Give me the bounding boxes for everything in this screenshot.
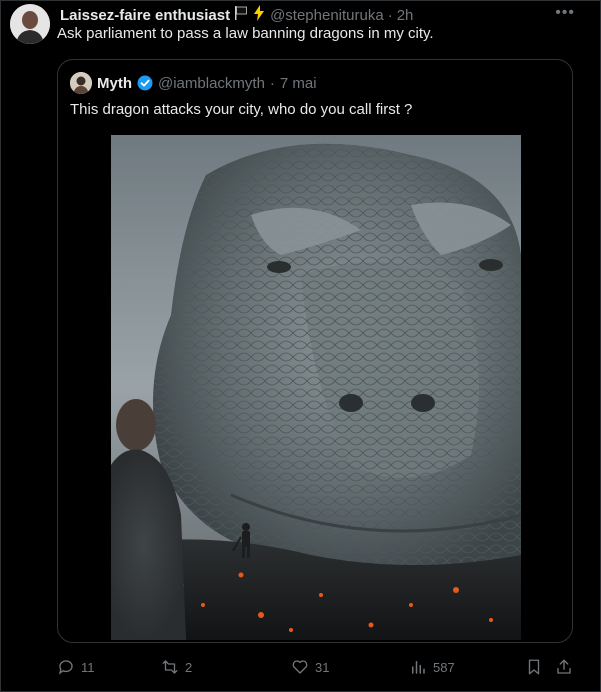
reply-count: 11 xyxy=(81,659,95,675)
reply-button[interactable]: 11 xyxy=(57,658,95,676)
author-handle[interactable]: @stepheniturukа xyxy=(270,7,384,24)
like-count: 31 xyxy=(315,659,330,675)
verified-badge-icon xyxy=(137,75,153,91)
quoted-author-handle[interactable]: @iamblackmyth xyxy=(158,75,265,92)
analytics-icon xyxy=(412,661,425,674)
reply-icon xyxy=(58,660,73,675)
repost-count: 2 xyxy=(185,659,193,675)
action-bar: 11 2 31 587 xyxy=(57,658,577,680)
quoted-post-header: Myth @iamblackmyth · 7 mai xyxy=(70,72,317,94)
share-icon xyxy=(557,659,571,674)
bookmark-button[interactable] xyxy=(525,658,543,676)
quoted-author-avatar[interactable] xyxy=(70,72,92,94)
like-button[interactable]: 31 xyxy=(291,658,329,676)
views-button[interactable]: 587 xyxy=(409,658,455,676)
quoted-post-time[interactable]: 7 mai xyxy=(280,75,317,92)
repost-button[interactable]: 2 xyxy=(161,658,192,676)
repost-icon xyxy=(162,660,178,674)
post-text: Ask parliament to pass a law banning dra… xyxy=(57,25,434,42)
view-count: 587 xyxy=(433,659,455,675)
separator-dot: · xyxy=(269,74,275,92)
bookmark-icon xyxy=(528,659,540,675)
quoted-post[interactable]: Myth @iamblackmyth · 7 mai This dragon a… xyxy=(57,59,573,643)
quoted-post-text: This dragon attacks your city, who do yo… xyxy=(70,101,413,118)
author-avatar[interactable] xyxy=(10,4,50,44)
separator-dot: · xyxy=(387,6,393,24)
lightning-icon xyxy=(252,5,266,25)
share-button[interactable] xyxy=(555,658,573,676)
post-header: Laissez-faire enthusiast @stepheniturukа… xyxy=(60,5,581,25)
dragon-image[interactable] xyxy=(111,135,521,640)
post-time[interactable]: 2h xyxy=(397,7,414,24)
more-options-icon[interactable]: ••• xyxy=(555,4,575,22)
heart-icon xyxy=(292,660,308,674)
flag-icon xyxy=(234,5,248,25)
author-name[interactable]: Laissez-faire enthusiast xyxy=(60,7,230,24)
quoted-author-name[interactable]: Myth xyxy=(97,75,132,92)
